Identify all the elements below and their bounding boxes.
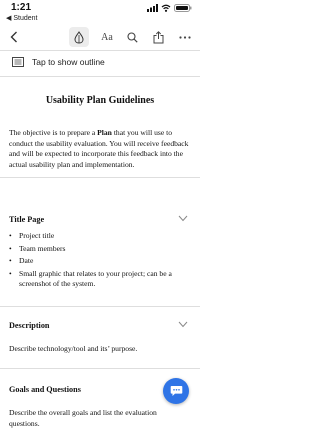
more-options-button[interactable] bbox=[175, 27, 195, 47]
outline-divider bbox=[0, 76, 200, 77]
list-item: Project title bbox=[9, 231, 193, 242]
list-item: Team members bbox=[9, 244, 193, 255]
back-to-app-link[interactable]: ◀ Student bbox=[6, 14, 37, 22]
outline-list-icon bbox=[12, 57, 24, 67]
share-button[interactable] bbox=[148, 27, 168, 47]
wifi-icon bbox=[161, 4, 171, 12]
font-size-button[interactable]: Aa bbox=[97, 27, 117, 47]
goals-paragraph: Describe the overall goals and list the … bbox=[9, 408, 157, 428]
title-page-list: Project title Team members Date Small gr… bbox=[9, 231, 193, 292]
intro-paragraph: The objective is to prepare a Plan that … bbox=[9, 128, 193, 170]
system-icons bbox=[147, 4, 192, 12]
share-icon bbox=[153, 30, 163, 43]
toolbar-divider bbox=[0, 50, 200, 51]
section-title: Description bbox=[9, 321, 50, 330]
toolbar: Aa bbox=[0, 26, 200, 48]
section-title: Goals and Questions bbox=[9, 385, 81, 394]
reading-mode-button[interactable] bbox=[69, 27, 89, 47]
show-outline-button[interactable]: Tap to show outline bbox=[0, 52, 200, 74]
section-divider bbox=[0, 368, 200, 369]
status-time: 1:21 bbox=[11, 2, 32, 13]
search-icon bbox=[126, 31, 138, 43]
battery-icon bbox=[174, 4, 192, 12]
document-title: Usability Plan Guidelines bbox=[45, 95, 155, 106]
more-dots-icon bbox=[179, 35, 191, 39]
chat-bubble-icon bbox=[170, 386, 182, 396]
chevron-down-icon[interactable] bbox=[178, 321, 188, 328]
list-item: Small graphic that relates to your proje… bbox=[9, 269, 193, 290]
intro-text-start: The objective is to prepare a bbox=[9, 128, 98, 137]
outline-label: Tap to show outline bbox=[32, 57, 105, 67]
chevron-down-icon[interactable] bbox=[178, 215, 188, 222]
back-button[interactable] bbox=[4, 27, 24, 47]
search-button[interactable] bbox=[122, 27, 142, 47]
comment-button[interactable] bbox=[163, 378, 189, 404]
section-divider bbox=[0, 177, 200, 178]
signal-icon bbox=[147, 4, 158, 12]
chevron-left-icon bbox=[10, 31, 17, 43]
list-item: Date bbox=[9, 256, 193, 267]
status-bar: 1:21 ◀ Student bbox=[0, 0, 200, 26]
description-paragraph: Describe technology/tool and its’ purpos… bbox=[9, 344, 138, 353]
intro-bold-word: Plan bbox=[97, 128, 112, 137]
drop-icon bbox=[74, 30, 84, 44]
font-size-label: Aa bbox=[101, 31, 113, 43]
section-title: Title Page bbox=[9, 215, 45, 224]
section-divider bbox=[0, 306, 200, 307]
